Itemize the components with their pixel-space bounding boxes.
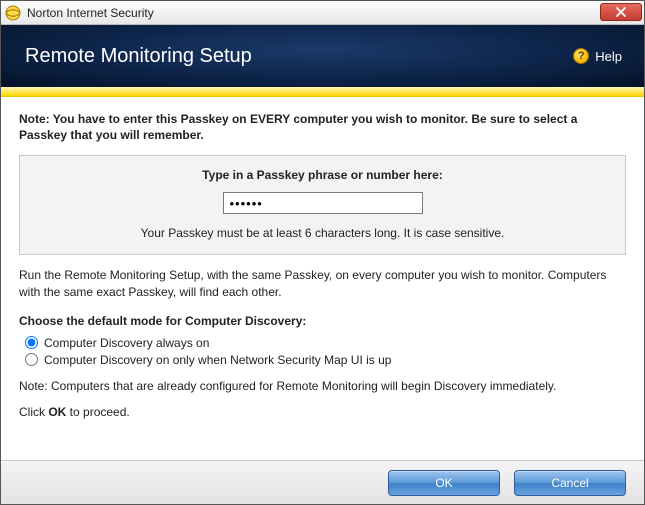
titlebar: Norton Internet Security xyxy=(1,1,644,25)
app-icon xyxy=(5,5,21,21)
note-text: Note: You have to enter this Passkey on … xyxy=(19,111,626,143)
ok-button[interactable]: OK xyxy=(388,470,500,496)
help-icon: ? xyxy=(573,48,589,64)
footer: OK Cancel xyxy=(1,460,644,504)
help-label: Help xyxy=(595,49,622,64)
note-body: You have to enter this Passkey on EVERY … xyxy=(19,112,577,142)
radio-input-mapui[interactable] xyxy=(25,353,38,366)
radio-discovery-always[interactable]: Computer Discovery always on xyxy=(25,336,626,350)
cancel-button[interactable]: Cancel xyxy=(514,470,626,496)
proceed-text: Click OK to proceed. xyxy=(19,405,626,419)
discovery-label: Choose the default mode for Computer Dis… xyxy=(19,314,626,328)
note2-text: Note: Computers that are already configu… xyxy=(19,379,626,393)
passkey-hint: Your Passkey must be at least 6 characte… xyxy=(36,226,609,240)
help-link[interactable]: ? Help xyxy=(573,48,622,64)
banner: Remote Monitoring Setup ? Help xyxy=(1,25,644,87)
radio-discovery-mapui[interactable]: Computer Discovery on only when Network … xyxy=(25,353,626,367)
radio-label-always: Computer Discovery always on xyxy=(44,336,209,350)
content-area: Note: You have to enter this Passkey on … xyxy=(1,97,644,419)
close-button[interactable] xyxy=(600,3,642,21)
passkey-label: Type in a Passkey phrase or number here: xyxy=(36,168,609,182)
passkey-box: Type in a Passkey phrase or number here:… xyxy=(19,155,626,255)
passkey-input[interactable] xyxy=(223,192,423,214)
page-title: Remote Monitoring Setup xyxy=(25,45,252,68)
note-prefix: Note: xyxy=(19,112,50,126)
radio-label-mapui: Computer Discovery on only when Network … xyxy=(44,353,391,367)
radio-input-always[interactable] xyxy=(25,336,38,349)
window-title: Norton Internet Security xyxy=(27,6,154,20)
instructions-text: Run the Remote Monitoring Setup, with th… xyxy=(19,267,626,299)
accent-strip xyxy=(1,87,644,97)
